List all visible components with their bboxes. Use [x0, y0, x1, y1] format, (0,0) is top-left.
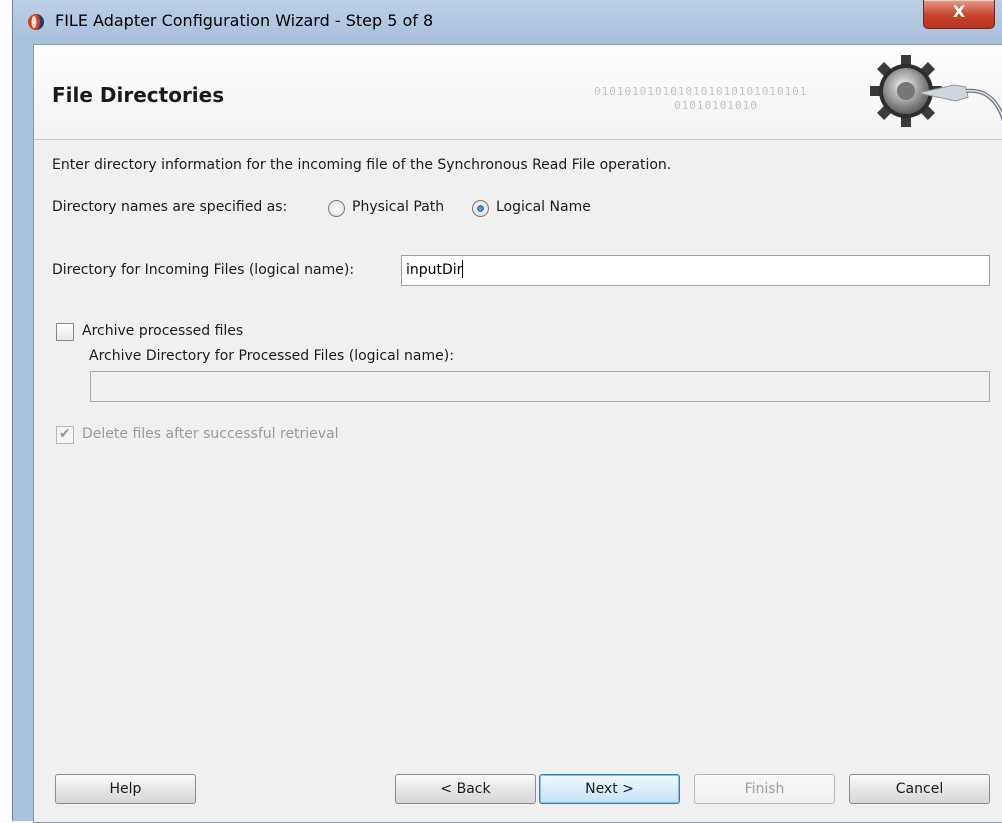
- next-button[interactable]: Next >: [539, 774, 680, 804]
- gear-plug-icon: [870, 55, 1002, 127]
- title-bar[interactable]: FILE Adapter Configuration Wizard - Step…: [13, 0, 1002, 44]
- oracle-app-icon: [28, 14, 44, 30]
- close-button[interactable]: X: [923, 0, 995, 29]
- close-icon: X: [952, 2, 966, 21]
- checkbox-icon: [56, 323, 74, 341]
- incoming-dir-input[interactable]: inputDir: [401, 255, 990, 286]
- directory-names-label: Directory names are specified as:: [52, 199, 288, 215]
- incoming-dir-label: Directory for Incoming Files (logical na…: [52, 262, 355, 278]
- instructions-text: Enter directory information for the inco…: [52, 157, 672, 173]
- checkbox-icon: ✔: [56, 426, 74, 444]
- window-title: FILE Adapter Configuration Wizard - Step…: [55, 11, 434, 30]
- window-frame: FILE Adapter Configuration Wizard - Step…: [12, 0, 1002, 823]
- text-caret: [462, 260, 464, 278]
- radio-icon: [472, 200, 489, 217]
- incoming-dir-value: inputDir: [406, 262, 463, 278]
- back-button[interactable]: < Back: [395, 774, 536, 804]
- watermark-line-1: 0101010101010101010101010101: [594, 85, 808, 98]
- logical-name-label: Logical Name: [496, 199, 591, 215]
- checkmark-icon: ✔: [59, 426, 71, 442]
- watermark-line-2: 01010101010: [674, 99, 758, 112]
- archive-dir-label: Archive Directory for Processed Files (l…: [89, 348, 454, 364]
- finish-button[interactable]: Finish: [694, 774, 835, 804]
- header-band: File Directories 01010101010101010101010…: [34, 45, 1002, 140]
- delete-files-label: Delete files after successful retrieval: [82, 426, 339, 442]
- cancel-button[interactable]: Cancel: [849, 774, 990, 804]
- physical-path-label: Physical Path: [352, 199, 445, 215]
- page-title: File Directories: [52, 83, 225, 107]
- radio-selected-dot: [477, 205, 484, 212]
- archive-checkbox-label: Archive processed files: [82, 323, 244, 339]
- help-button[interactable]: Help: [55, 774, 196, 804]
- archive-dir-input[interactable]: [90, 371, 990, 402]
- radio-icon: [328, 200, 345, 217]
- wizard-dialog: File Directories 01010101010101010101010…: [33, 44, 1002, 823]
